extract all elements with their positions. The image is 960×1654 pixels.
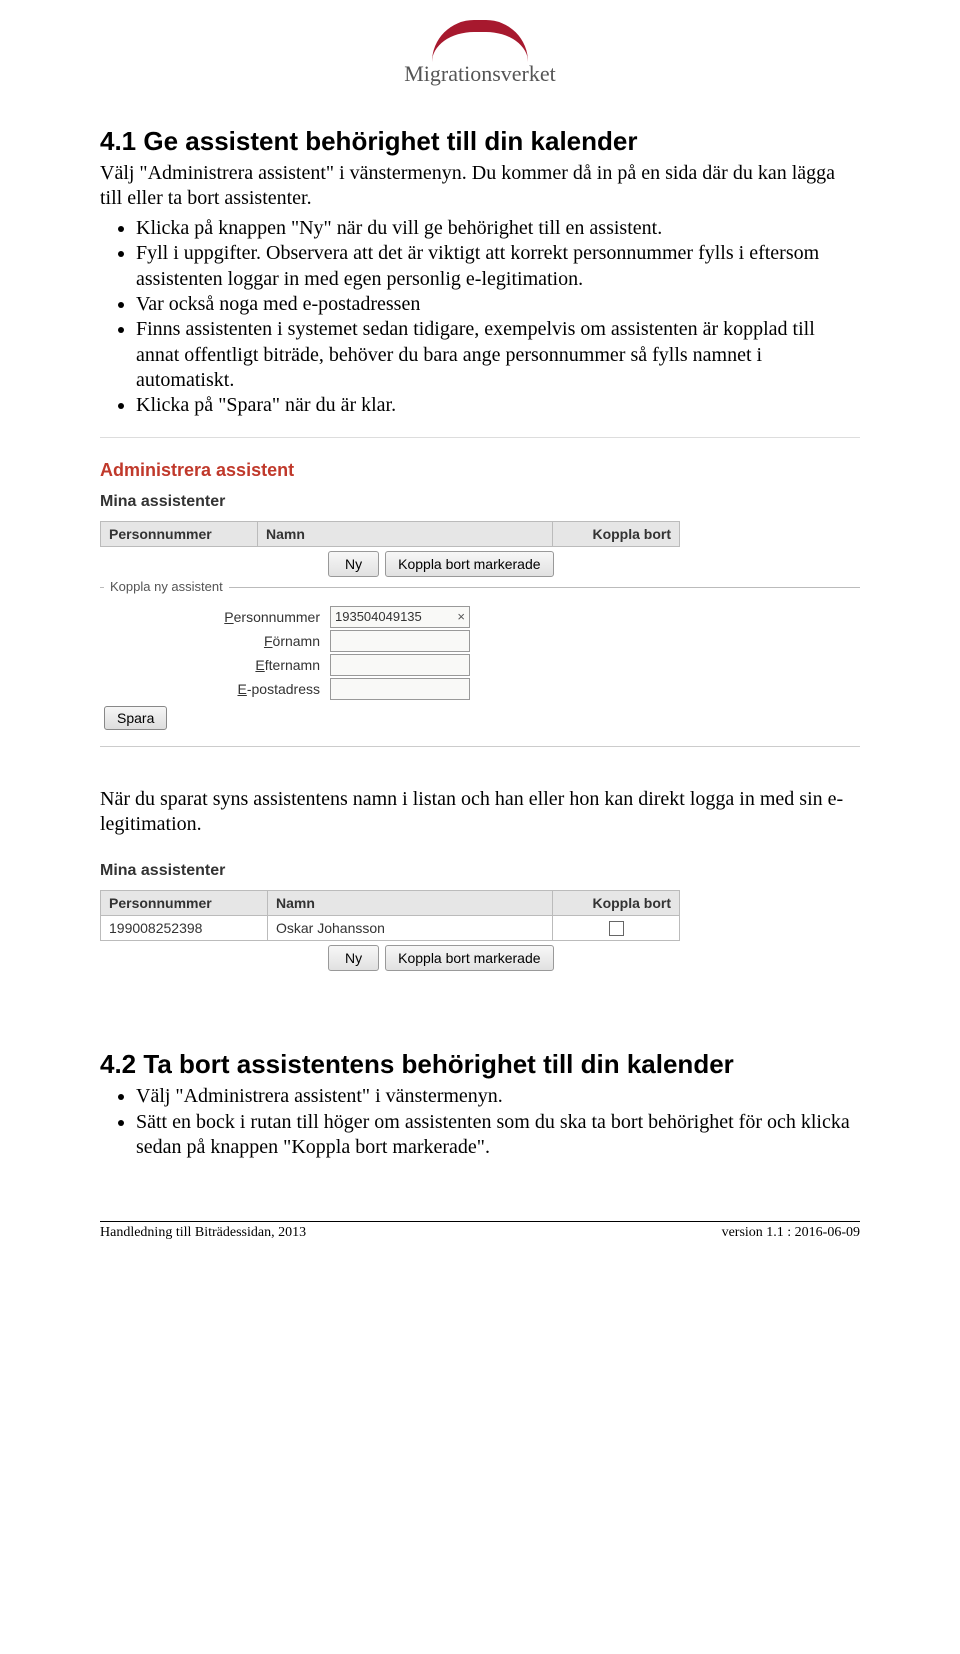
table-row: 199008252398 Oskar Johansson	[101, 915, 680, 941]
section-bullets: Välj "Administrera assistent" i vänsterm…	[100, 1084, 860, 1160]
section-heading: 4.2 Ta bort assistentens behörighet till…	[100, 1049, 860, 1080]
cell-personnummer: 199008252398	[101, 915, 268, 941]
section-bullets: Klicka på knappen "Ny" när du vill ge be…	[100, 216, 860, 419]
col-namn: Namn	[268, 890, 553, 915]
cell-namn: Oskar Johansson	[268, 915, 553, 941]
table-button-bar: Ny Koppla bort markerade	[100, 551, 860, 577]
separator	[100, 437, 860, 438]
bullet-item: Klicka på "Spara" när du är klar.	[136, 393, 860, 418]
row-checkbox[interactable]	[609, 921, 624, 936]
assistants-table-filled: Personnummer Namn Koppla bort 1990082523…	[100, 890, 680, 942]
bullet-item: Var också noga med e-postadressen	[136, 292, 860, 317]
logo-text: Migrationsverket	[404, 60, 556, 88]
efternamn-input[interactable]	[330, 654, 470, 676]
assistants-table: Personnummer Namn Koppla bort	[100, 521, 680, 547]
panel-subtitle: Mina assistenter	[100, 862, 860, 880]
bullet-item: Välj "Administrera assistent" i vänsterm…	[136, 1084, 860, 1109]
admin-assistant-panel: Administrera assistent Mina assistenter …	[100, 460, 860, 747]
col-koppla-bort: Koppla bort	[553, 890, 680, 915]
personnummer-label: Personnummer	[100, 609, 330, 625]
saved-assistants-panel: Mina assistenter Personnummer Namn Koppl…	[100, 862, 860, 992]
clear-input-icon[interactable]: ×	[453, 609, 465, 624]
section-intro: Välj "Administrera assistent" i vänsterm…	[100, 161, 860, 212]
page-footer: Handledning till Biträdessidan, 2013 ver…	[100, 1224, 860, 1248]
personnummer-value: 193504049135	[335, 609, 422, 624]
epost-label: E-postadress	[100, 681, 330, 697]
personnummer-input[interactable]: 193504049135 ×	[330, 606, 470, 628]
table-button-bar: Ny Koppla bort markerade	[100, 945, 860, 971]
epost-input[interactable]	[330, 678, 470, 700]
bullet-item: Fyll i uppgifter. Observera att det är v…	[136, 241, 860, 292]
footer-left: Handledning till Biträdessidan, 2013	[100, 1224, 306, 1242]
fornamn-input[interactable]	[330, 630, 470, 652]
bullet-item: Finns assistenten i systemet sedan tidig…	[136, 317, 860, 393]
col-namn: Namn	[258, 521, 553, 546]
footer-right: version 1.1 : 2016-06-09	[722, 1224, 860, 1242]
footer-rule	[100, 1221, 860, 1222]
disconnect-selected-button[interactable]: Koppla bort markerade	[385, 945, 553, 971]
fornamn-label: Förnamn	[100, 633, 330, 649]
paragraph-after-save: När du sparat syns assistentens namn i l…	[100, 787, 860, 838]
logo: Migrationsverket	[100, 20, 860, 88]
col-personnummer: Personnummer	[101, 521, 258, 546]
section-heading: 4.1 Ge assistent behörighet till din kal…	[100, 126, 860, 157]
panel-subtitle: Mina assistenter	[100, 493, 860, 511]
bullet-item: Klicka på knappen "Ny" när du vill ge be…	[136, 216, 860, 241]
efternamn-label: Efternamn	[100, 657, 330, 673]
disconnect-selected-button[interactable]: Koppla bort markerade	[385, 551, 553, 577]
new-button[interactable]: Ny	[328, 551, 379, 577]
fieldset-legend: Koppla ny assistent	[104, 579, 229, 594]
panel-title: Administrera assistent	[100, 460, 860, 481]
logo-arc-icon	[432, 20, 528, 62]
document-page: Migrationsverket 4.1 Ge assistent behöri…	[0, 0, 960, 1277]
new-button[interactable]: Ny	[328, 945, 379, 971]
save-button[interactable]: Spara	[104, 706, 167, 730]
col-koppla-bort: Koppla bort	[553, 521, 680, 546]
new-assistant-fieldset: Koppla ny assistent Personnummer 1935040…	[100, 587, 860, 730]
bullet-item: Sätt en bock i rutan till höger om assis…	[136, 1110, 860, 1161]
col-personnummer: Personnummer	[101, 890, 268, 915]
